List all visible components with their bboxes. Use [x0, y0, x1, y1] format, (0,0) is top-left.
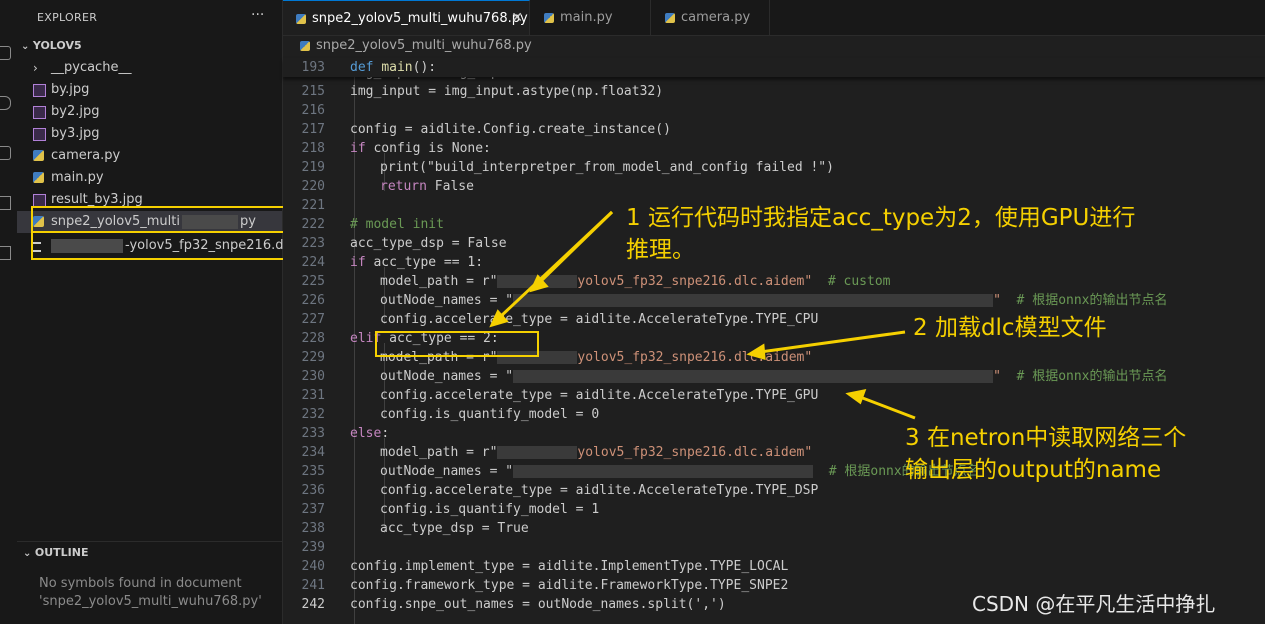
- watermark: CSDN @在平凡生活中挣扎: [972, 592, 1216, 616]
- annotation-1-line2: 推理。: [626, 237, 695, 263]
- arrowhead: [845, 389, 867, 405]
- annotation-1-line1: 1 运行代码时我指定acc_type为2，使用GPU进行: [626, 205, 1136, 231]
- annotation-3-line1: 3 在netron中读取网络三个: [905, 425, 1187, 451]
- annotation-3-line2: 输出层的output的name: [905, 457, 1162, 483]
- annotation-2: 2 加载dlc模型文件: [913, 315, 1107, 341]
- annotation-arrow-3: [859, 395, 916, 420]
- annotation-1: 1 运行代码时我指定acc_type为2，使用GPU进行 推理。: [626, 202, 1135, 266]
- annotation-arrow-2: [759, 330, 906, 354]
- annotation-arrow-1b: [498, 210, 614, 319]
- annotation-3: 3 在netron中读取网络三个 输出层的output的name: [905, 422, 1186, 486]
- arrowhead: [746, 343, 766, 361]
